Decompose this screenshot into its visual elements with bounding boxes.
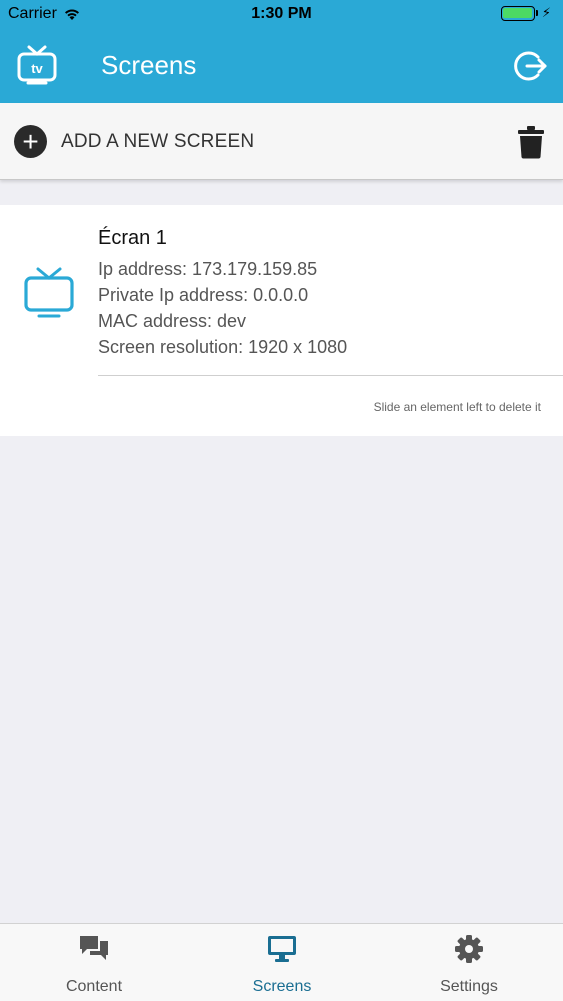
tab-content[interactable]: Content	[0, 924, 188, 1001]
action-bar: + ADD A NEW SCREEN	[0, 103, 563, 180]
clock: 1:30 PM	[251, 5, 312, 22]
screen-info: Écran 1 Ip address: 173.179.159.85 Priva…	[98, 227, 347, 360]
tv-icon[interactable]: tv	[16, 44, 58, 86]
screen-name: Écran 1	[98, 227, 167, 249]
svg-text:tv: tv	[31, 61, 43, 76]
divider	[98, 375, 563, 376]
battery-icon	[500, 5, 535, 21]
screen-mac: MAC address: dev	[98, 311, 247, 331]
chat-icon	[80, 936, 108, 960]
monitor-icon	[268, 936, 296, 962]
screen-list-item[interactable]: Écran 1 Ip address: 173.179.159.85 Priva…	[0, 205, 563, 436]
plus-circle-icon: +	[14, 125, 47, 158]
screen-private-ip: Private Ip address: 0.0.0.0	[98, 285, 309, 305]
tab-screens-label: Screens	[252, 978, 312, 995]
charging-icon: ⚡	[541, 5, 551, 20]
app-header: Carrier 1:30 PM ⚡ tv Screens	[0, 0, 563, 103]
battery-indicator: ⚡	[500, 5, 551, 21]
tab-screens[interactable]: Screens	[188, 924, 376, 1001]
delete-hint: Slide an element left to delete it	[373, 400, 541, 414]
tab-settings-label: Settings	[440, 978, 498, 995]
logout-icon[interactable]	[514, 49, 548, 83]
screen-resolution: Screen resolution: 1920 x 1080	[98, 337, 348, 357]
add-screen-button[interactable]: + ADD A NEW SCREEN	[14, 125, 254, 158]
tab-content-label: Content	[65, 978, 123, 995]
tab-settings[interactable]: Settings	[375, 924, 563, 1001]
screen-ip: Ip address: 173.179.159.85	[98, 259, 318, 279]
trash-icon[interactable]	[517, 125, 545, 159]
tv-icon	[24, 267, 74, 318]
gear-icon	[455, 935, 483, 963]
add-screen-label: ADD A NEW SCREEN	[61, 130, 255, 152]
status-bar: Carrier 1:30 PM ⚡	[0, 0, 563, 30]
tab-bar: Content Screens Settings	[0, 923, 563, 1001]
nav-bar: tv Screens	[0, 30, 563, 103]
page-title: Screens	[101, 50, 197, 80]
